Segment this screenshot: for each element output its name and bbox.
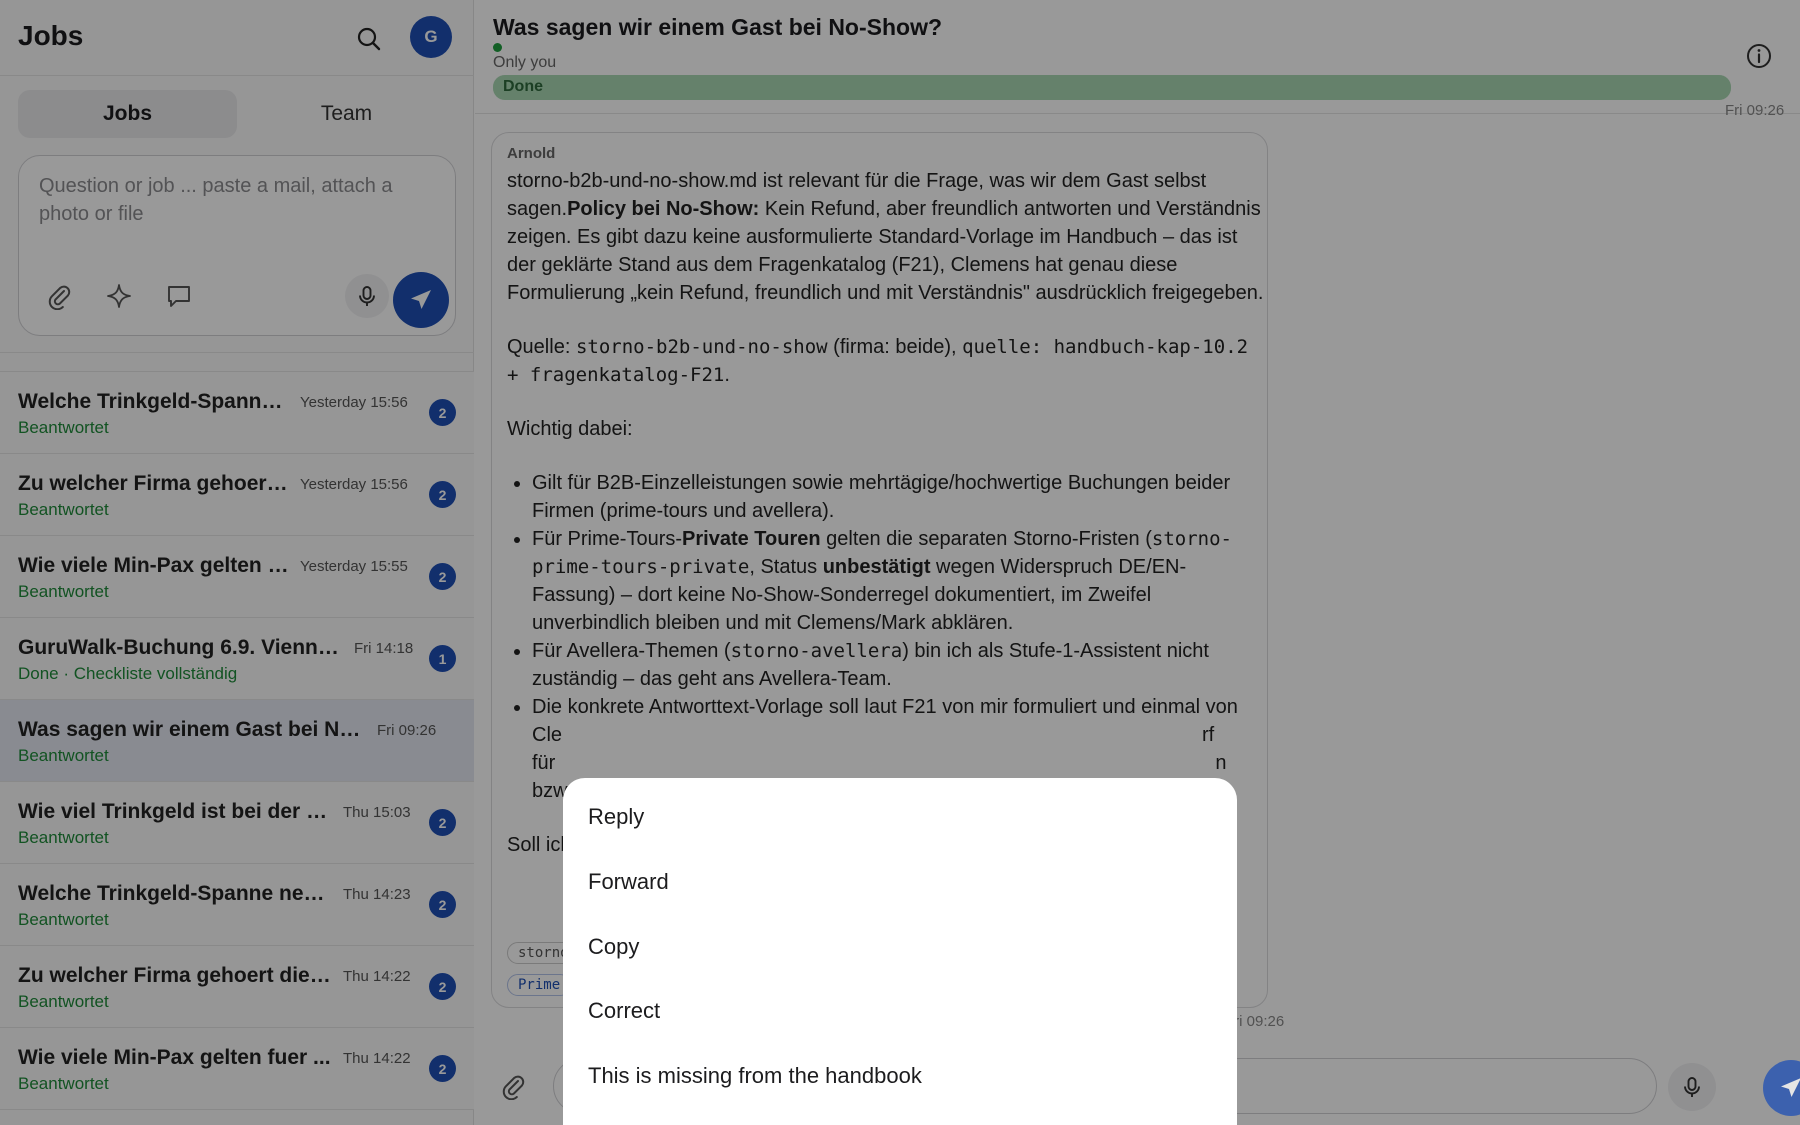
- menu-item-copy[interactable]: Copy: [588, 934, 639, 960]
- menu-item-missing-from-handbook[interactable]: This is missing from the handbook: [588, 1063, 922, 1089]
- menu-item-correct[interactable]: Correct: [588, 998, 660, 1024]
- menu-item-forward[interactable]: Forward: [588, 869, 669, 895]
- send-icon: [1781, 1078, 1800, 1097]
- menu-item-reply[interactable]: Reply: [588, 804, 644, 830]
- message-context-menu: Reply Forward Copy Correct This is missi…: [563, 778, 1237, 1125]
